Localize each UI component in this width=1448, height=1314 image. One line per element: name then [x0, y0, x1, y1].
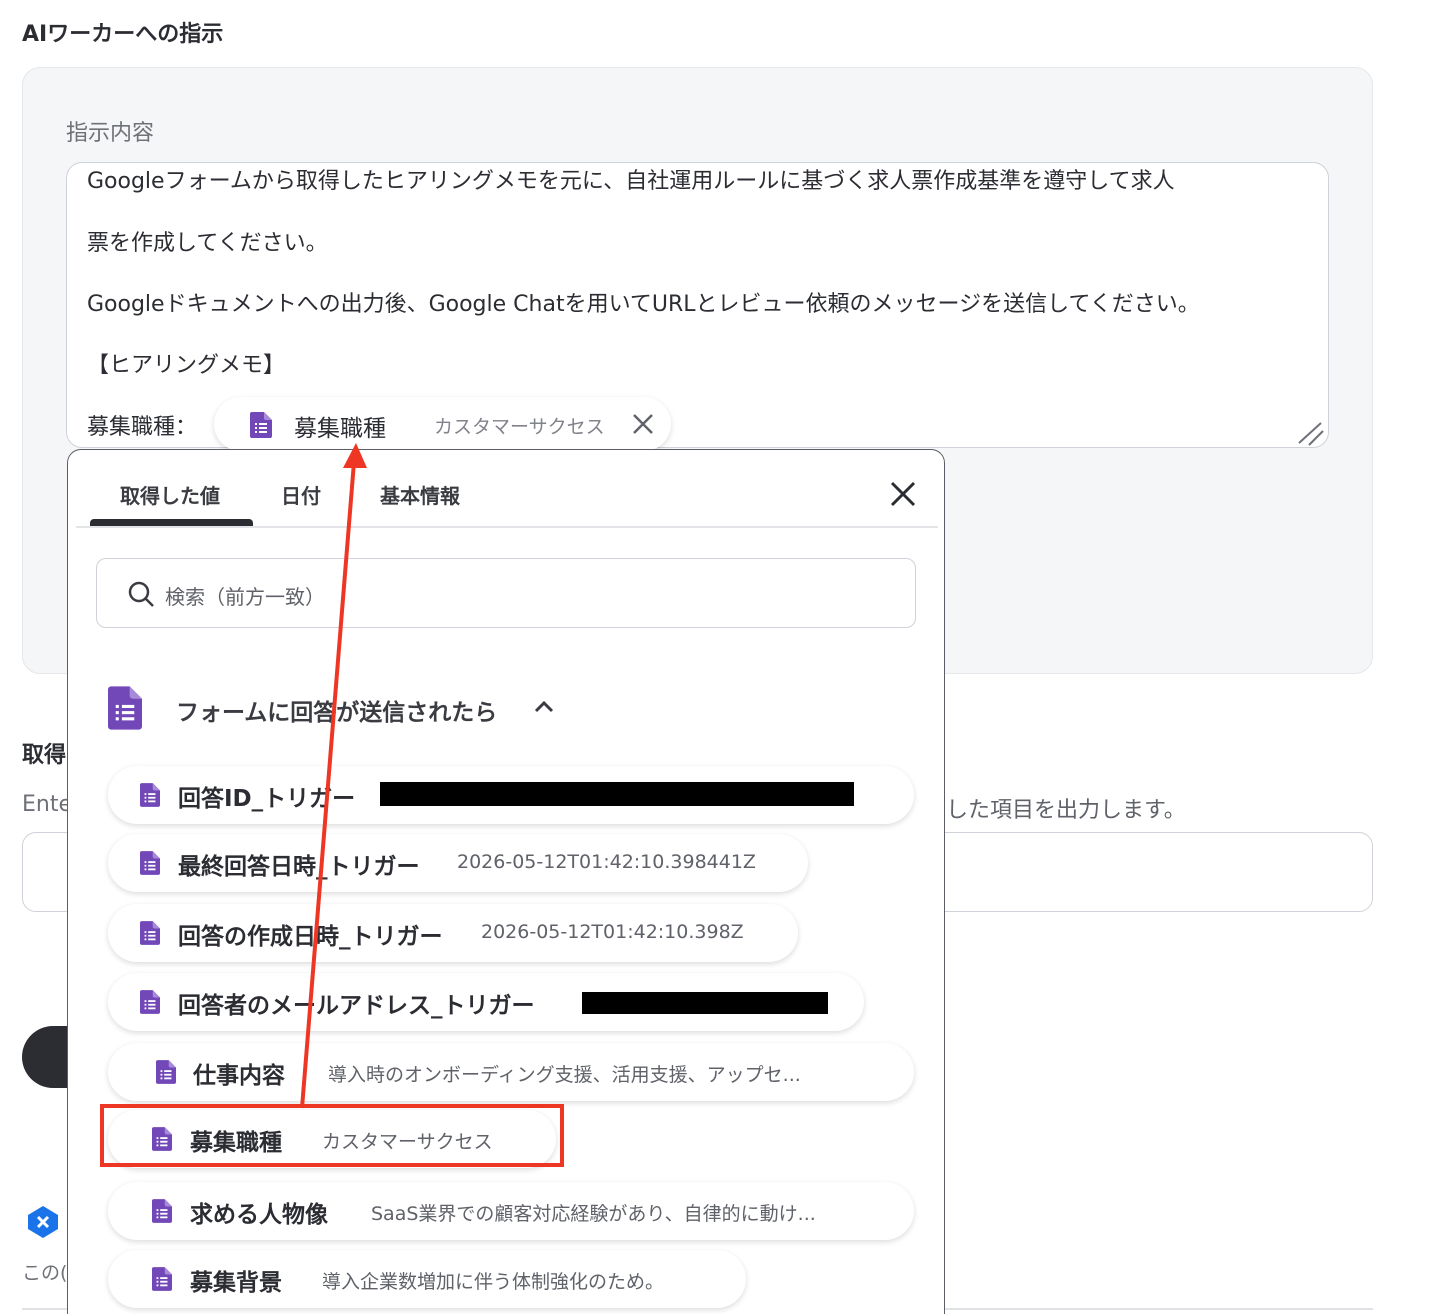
google-forms-icon	[108, 686, 142, 730]
close-icon[interactable]	[630, 411, 656, 437]
group-label[interactable]: フォームに回答が送信されたら	[176, 693, 497, 727]
google-forms-icon	[140, 783, 160, 807]
google-forms-icon	[156, 1060, 176, 1084]
list-item[interactable]: 最終回答日時_トリガー 2026-05-12T01:42:10.398441Z	[108, 834, 808, 892]
google-forms-icon	[140, 851, 160, 875]
list-item[interactable]: 求める人物像 SaaS業界での顧客対応経験があり、自律的に動け...	[108, 1182, 914, 1240]
resize-handle-icon[interactable]	[1295, 419, 1325, 447]
google-forms-icon	[152, 1267, 172, 1291]
close-icon[interactable]	[888, 479, 918, 509]
chip-name: 募集職種	[294, 416, 386, 442]
item-name: 募集背景	[190, 1270, 282, 1296]
list-item[interactable]: 回答ID_トリガー	[108, 766, 914, 824]
search-placeholder: 検索（前方一致）	[165, 585, 325, 609]
list-item[interactable]: 仕事内容 導入時のオンボーディング支援、活用支援、アップセ...	[108, 1043, 914, 1101]
item-name: 回答ID_トリガー	[178, 786, 356, 812]
tab-date[interactable]: 日付	[281, 480, 321, 509]
search-icon	[128, 581, 154, 607]
redaction-bar	[582, 992, 828, 1014]
annotation-highlight-box	[100, 1104, 564, 1167]
note-text: この(	[22, 1262, 68, 1284]
list-item[interactable]: 回答の作成日時_トリガー 2026-05-12T01:42:10.398Z	[108, 904, 798, 962]
chip-value: カスタマーサクセス	[434, 416, 605, 438]
item-value: SaaS業界での顧客対応経験があり、自律的に動け...	[371, 1203, 816, 1225]
tab-acquired-values[interactable]: 取得した値	[120, 480, 220, 509]
section-title: AIワーカーへの指示	[22, 22, 224, 47]
list-item[interactable]: 回答者のメールアドレス_トリガー	[108, 973, 864, 1031]
instruction-line: Googleフォームから取得したヒアリングメモを元に、自社運用ルールに基づく求人…	[87, 169, 1175, 194]
tab-basic-info[interactable]: 基本情報	[380, 480, 460, 509]
google-forms-icon	[152, 1199, 172, 1223]
item-name: 仕事内容	[193, 1063, 285, 1089]
app-badge-icon	[28, 1206, 58, 1238]
item-value: 導入企業数増加に伴う体制強化のため。	[322, 1271, 665, 1293]
output-section-label: 取得	[22, 743, 67, 768]
search-input[interactable]: 検索（前方一致）	[96, 558, 916, 628]
instruction-line: Googleドキュメントへの出力後、Google Chatを用いてURLとレビュ…	[87, 292, 1200, 317]
google-forms-icon	[140, 921, 160, 945]
item-name: 最終回答日時_トリガー	[178, 854, 420, 880]
google-forms-icon	[250, 412, 272, 438]
item-value: 導入時のオンボーディング支援、活用支援、アップセ...	[328, 1064, 801, 1086]
instruction-label: 指示内容	[66, 121, 155, 146]
item-name: 求める人物像	[190, 1202, 328, 1228]
item-value: 2026-05-12T01:42:10.398Z	[481, 921, 744, 943]
list-item[interactable]: 募集背景 導入企業数増加に伴う体制強化のため。	[108, 1250, 746, 1308]
chevron-up-icon[interactable]	[532, 698, 556, 714]
output-desc-right: した項目を出力します。	[946, 798, 1186, 823]
tab-divider	[76, 526, 938, 528]
instruction-line: 【ヒアリングメモ】	[87, 353, 286, 378]
google-forms-icon	[140, 990, 160, 1014]
output-desc-left: Ente	[22, 792, 73, 817]
active-tab-indicator	[90, 519, 253, 526]
instruction-line: 募集職種：	[87, 415, 198, 440]
item-name: 回答の作成日時_トリガー	[178, 924, 443, 950]
variable-chip[interactable]: 募集職種 カスタマーサクセス	[214, 397, 671, 451]
item-value: 2026-05-12T01:42:10.398441Z	[457, 851, 756, 873]
redaction-bar	[380, 782, 854, 806]
instruction-line: 票を作成してください。	[87, 231, 328, 256]
item-name: 回答者のメールアドレス_トリガー	[178, 993, 535, 1019]
